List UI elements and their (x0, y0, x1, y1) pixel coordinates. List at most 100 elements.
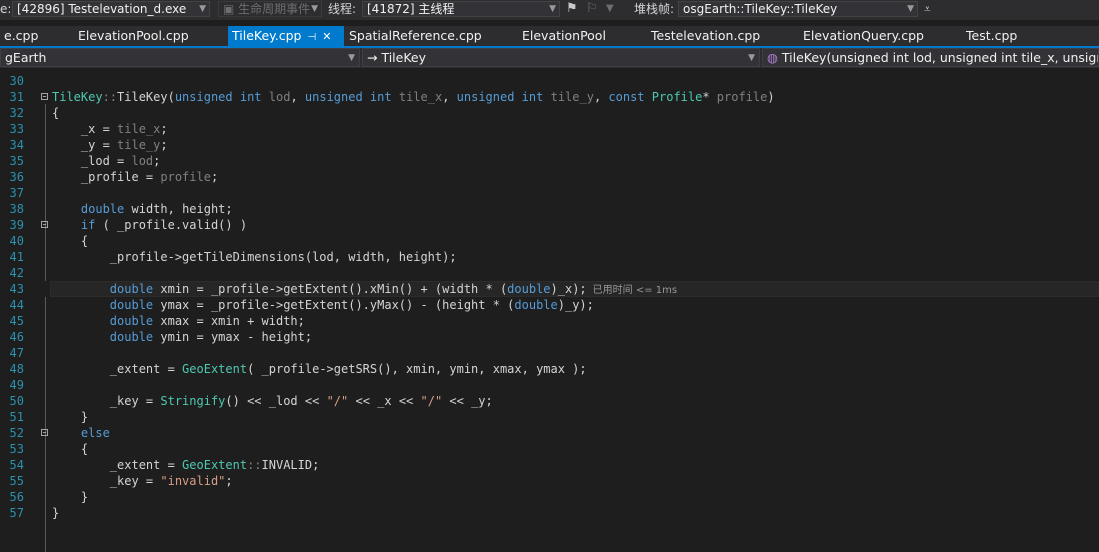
toolbar-options-icon[interactable]: ⩡ (924, 0, 931, 20)
line-number: 46 (9, 330, 24, 344)
code-line: 41 _profile->getTileDimensions(lod, widt… (0, 249, 1099, 265)
code-line-current: 43 double xmin = _profile->getExtent().x… (0, 281, 1099, 297)
line-number: 56 (9, 490, 24, 504)
code-line: 44 double ymax = _profile->getExtent().y… (0, 297, 1099, 313)
collapse-icon[interactable] (41, 221, 48, 228)
line-number: 37 (9, 186, 24, 200)
thread-label: 线程: (328, 2, 357, 16)
code-editor[interactable]: 30 31 TileKey::TileKey(unsigned int lod, … (0, 70, 1099, 552)
code-line: 32{ (0, 105, 1099, 121)
tab-e-cpp[interactable]: e.cpp (0, 26, 42, 46)
line-number: 42 (9, 266, 24, 280)
line-number: 54 (9, 458, 24, 472)
tab-elevationpool[interactable]: ElevationPool (518, 26, 610, 46)
line-number: 40 (9, 234, 24, 248)
stack-frame-label: 堆栈帧: (634, 2, 675, 16)
code-line: 56 } (0, 489, 1099, 505)
line-number: 36 (9, 170, 24, 184)
process-dropdown[interactable]: [42896] Testelevation_d.exe ▼ (12, 1, 210, 17)
code-line: 30 (0, 73, 1099, 89)
close-icon[interactable]: ✕ (322, 30, 331, 43)
lifecycle-icon: ▣ (223, 2, 239, 16)
perf-tip[interactable]: 已用时间 <= 1ms (593, 285, 677, 296)
line-number: 33 (9, 122, 24, 136)
code-line: 45 double xmax = xmin + width; (0, 313, 1099, 329)
chevron-down-icon: ▼ (748, 53, 755, 63)
line-number: 32 (9, 106, 24, 120)
project-value: gEarth (5, 50, 47, 65)
process-value: [42896] Testelevation_d.exe (17, 2, 187, 16)
line-number: 31 (9, 90, 24, 104)
code-line: 49 (0, 377, 1099, 393)
code-line: 47 (0, 345, 1099, 361)
tab-test-cpp[interactable]: Test.cpp (962, 26, 1021, 46)
line-number: 30 (9, 74, 24, 88)
line-number: 44 (9, 298, 24, 312)
chevron-down-icon: ▼ (311, 4, 318, 14)
line-number: 45 (9, 314, 24, 328)
thread-value: [41872] 主线程 (367, 2, 455, 16)
code-line: 57} (0, 505, 1099, 521)
flag-thread-icon[interactable]: ⚑ (566, 0, 578, 20)
code-line: 55 _key = "invalid"; (0, 473, 1099, 489)
tab-tilekey-cpp[interactable]: TileKey.cpp ⊣ ✕ (228, 26, 344, 46)
line-number: 52 (9, 426, 24, 440)
code-line: 31 TileKey::TileKey(unsigned int lod, uns… (0, 89, 1099, 105)
stack-frame-value: osgEarth::TileKey::TileKey (683, 2, 838, 16)
line-number: 34 (9, 138, 24, 152)
chevron-down-icon: ▼ (549, 4, 556, 14)
lifecycle-events-dropdown[interactable]: ▣ 生命周期事件 ▼ (218, 1, 322, 17)
pin-icon[interactable]: ⊣ (307, 32, 316, 43)
line-number: 39 (9, 218, 24, 232)
scope-dropdown[interactable]: → TileKey ▼ (362, 48, 760, 67)
tab-elevationquery-cpp[interactable]: ElevationQuery.cpp (799, 26, 928, 46)
code-line: 48 _extent = GeoExtent( _profile->getSRS… (0, 361, 1099, 377)
line-number: 47 (9, 346, 24, 360)
member-dropdown[interactable]: ◍ TileKey(unsigned int lod, unsigned int… (762, 48, 1099, 67)
line-number: 41 (9, 250, 24, 264)
code-line: 36 _profile = profile; (0, 169, 1099, 185)
tab-spatialreference-cpp[interactable]: SpatialReference.cpp (345, 26, 486, 46)
code-line: 38 double width, height; (0, 201, 1099, 217)
code-line: 40 { (0, 233, 1099, 249)
debug-toolbar: e: [42896] Testelevation_d.exe ▼ ▣ 生命周期事… (0, 0, 1099, 20)
collapse-icon[interactable] (41, 429, 48, 436)
project-dropdown[interactable]: gEarth ▼ (0, 48, 360, 67)
line-number: 53 (9, 442, 24, 456)
chevron-down-icon: ▼ (199, 4, 206, 14)
code-line: 53 { (0, 441, 1099, 457)
line-number: 49 (9, 378, 24, 392)
line-number: 38 (9, 202, 24, 216)
navigation-bar: gEarth ▼ → TileKey ▼ ◍ TileKey(unsigned … (0, 48, 1099, 68)
line-number: 35 (9, 154, 24, 168)
member-value: TileKey(unsigned int lod, unsigned int t… (781, 50, 1099, 65)
thread-dropdown[interactable]: [41872] 主线程 ▼ (362, 1, 560, 17)
line-number: 57 (9, 506, 24, 520)
collapse-icon[interactable] (41, 93, 48, 100)
line-number: 48 (9, 362, 24, 376)
code-line: 54 _extent = GeoExtent::INVALID; (0, 457, 1099, 473)
document-tabs: e.cpp ElevationPool.cpp TileKey.cpp ⊣ ✕ Sp… (0, 26, 1099, 48)
tab-testelevation-cpp[interactable]: Testelevation.cpp (647, 26, 764, 46)
line-number: 55 (9, 474, 24, 488)
code-line: 46 double ymin = ymax - height; (0, 329, 1099, 345)
method-icon: ◍ (767, 50, 782, 65)
chevron-down-icon: ▼ (348, 53, 355, 63)
flag-disabled-icon: ⚐ (586, 1, 598, 16)
code-line: 39 if ( _profile.valid() ) (0, 217, 1099, 233)
stack-frame-dropdown[interactable]: osgEarth::TileKey::TileKey ▼ (678, 1, 918, 17)
line-number: 51 (9, 410, 24, 424)
chevron-down-icon: ▼ (907, 4, 914, 14)
lifecycle-label: 生命周期事件 (238, 2, 311, 16)
chevron-down-icon[interactable]: ▼ (606, 0, 614, 20)
code-line: 35 _lod = lod; (0, 153, 1099, 169)
code-line: 33 _x = tile_x; (0, 121, 1099, 137)
line-number: 50 (9, 394, 24, 408)
line-number: 43 (9, 282, 24, 296)
process-label: e: (0, 2, 12, 16)
code-line: 50 _key = Stringify() << _lod << "/" << … (0, 393, 1099, 409)
code-line: 37 (0, 185, 1099, 201)
code-line: 52 else (0, 425, 1099, 441)
code-line: 42 (0, 265, 1099, 281)
tab-elevationpool-cpp[interactable]: ElevationPool.cpp (74, 26, 193, 46)
